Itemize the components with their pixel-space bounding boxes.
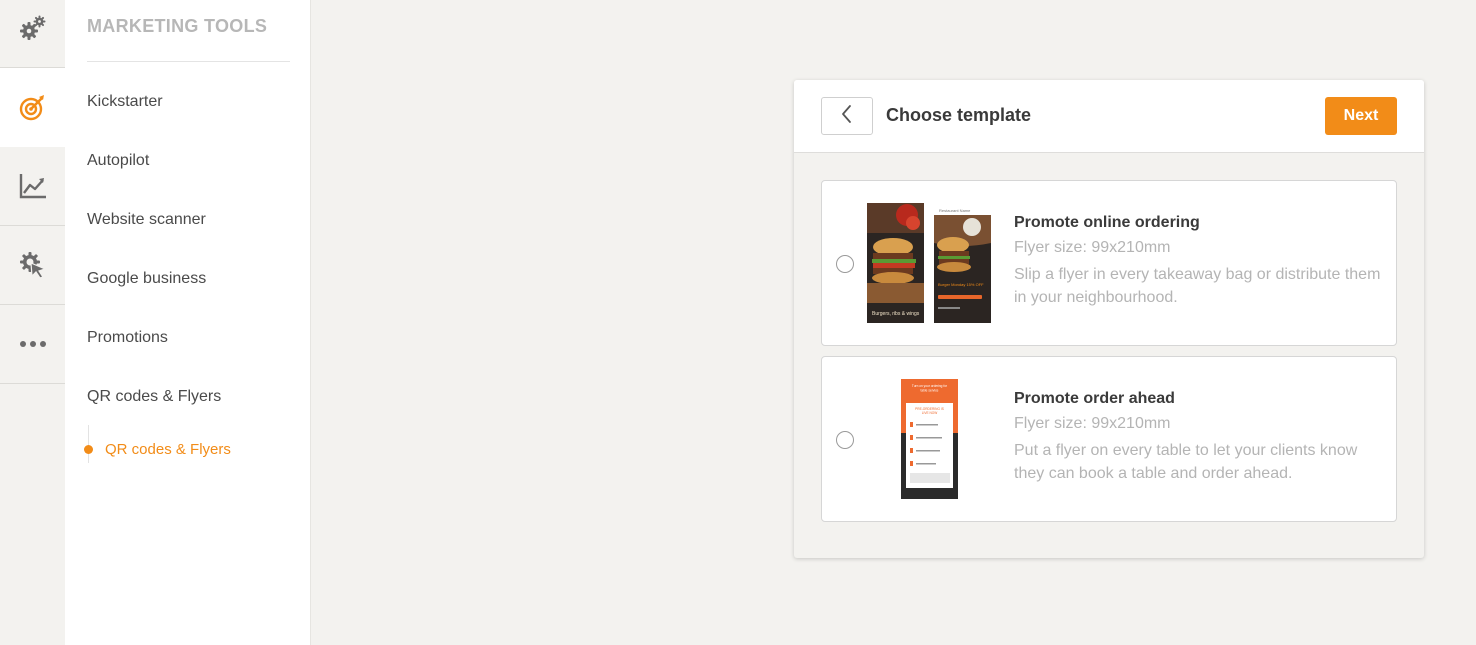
target-icon [18, 92, 48, 122]
template-size: Flyer size: 99x210mm [1014, 239, 1171, 256]
template-size: Flyer size: 99x210mm [1014, 415, 1171, 432]
next-button[interactable]: Next [1325, 97, 1397, 135]
sidebar-item-qr-codes-flyers[interactable]: QR codes & Flyers [87, 388, 221, 406]
dialog-header: Choose template Next [794, 80, 1424, 153]
sidebar-item-autopilot[interactable]: Autopilot [87, 152, 149, 170]
sidebar-item-google-business[interactable]: Google business [87, 270, 206, 288]
marketing-sidebar: MARKETING TOOLS Kickstarter Autopilot We… [65, 0, 311, 645]
cursor-gear-icon [18, 250, 48, 280]
active-indicator-dot [84, 445, 93, 454]
sidebar-subitem-qr-codes-flyers[interactable]: QR codes & Flyers [105, 441, 231, 458]
choose-template-dialog: Choose template Next Burgers, ribs & win… [794, 80, 1424, 558]
rail-item-marketing[interactable] [0, 68, 65, 147]
back-button[interactable] [821, 97, 873, 135]
template-radio[interactable] [836, 255, 854, 273]
rail-item-analytics[interactable] [0, 147, 65, 226]
icon-rail [0, 0, 65, 645]
order-ahead-thumbnail: Turn on your ordering for table service … [901, 379, 958, 504]
more-icon [18, 329, 48, 359]
sidebar-divider [87, 61, 290, 62]
svg-text:Turn on your ordering for: Turn on your ordering for [912, 384, 948, 388]
subnav-tree-line [88, 425, 89, 463]
chart-icon [18, 171, 48, 201]
sidebar-item-promotions[interactable]: Promotions [87, 329, 168, 347]
rail-item-web[interactable] [0, 226, 65, 305]
template-radio[interactable] [836, 431, 854, 449]
svg-text:Restaurant Name: Restaurant Name [939, 208, 971, 213]
svg-text:LIVE NOW: LIVE NOW [922, 411, 938, 415]
svg-text:Burgers, ribs & wings: Burgers, ribs & wings [872, 311, 920, 317]
template-details: Promote online ordering Flyer size: 99x2… [1014, 214, 1384, 309]
chevron-left-icon [840, 104, 854, 129]
svg-text:Burger Monday 15% OFF: Burger Monday 15% OFF [938, 282, 984, 287]
dialog-title: Choose template [886, 105, 1032, 125]
template-details: Promote order ahead Flyer size: 99x210mm… [1014, 390, 1384, 485]
template-option-online-ordering[interactable]: Burgers, ribs & wings Restaurant Name Bu… [821, 180, 1397, 346]
template-title: Promote online ordering [1014, 214, 1200, 231]
online-ordering-thumbnail: Burgers, ribs & wings Restaurant Name Bu… [867, 203, 993, 328]
rail-item-settings[interactable] [0, 0, 65, 68]
template-title: Promote order ahead [1014, 390, 1175, 407]
sidebar-item-website-scanner[interactable]: Website scanner [87, 211, 206, 229]
sidebar-title: MARKETING TOOLS [87, 16, 268, 36]
sidebar-item-kickstarter[interactable]: Kickstarter [87, 93, 163, 111]
template-description: Put a flyer on every table to let your c… [1014, 442, 1358, 482]
rail-item-more[interactable] [0, 305, 65, 384]
svg-text:table service: table service [921, 389, 939, 393]
gears-icon [18, 13, 48, 43]
template-description: Slip a flyer in every takeaway bag or di… [1014, 266, 1381, 306]
template-option-order-ahead[interactable]: Turn on your ordering for table service … [821, 356, 1397, 522]
